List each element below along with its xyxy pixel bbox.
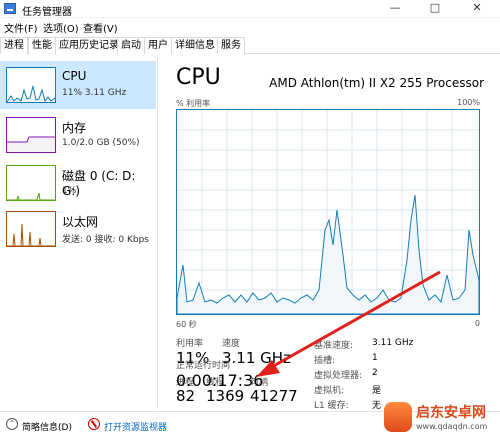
tab-bar: 进程 性能 应用历史记录 启动 用户 详细信息 服务 [0,37,500,55]
menu-view[interactable]: 查看(V) [83,20,118,35]
ethernet-graph-icon [6,211,56,247]
watermark-url: www.qdaqdn.com [416,422,488,431]
time-axis-end: 0 [474,319,480,328]
base-speed-label: 基准速度: [314,341,354,351]
tab-app-history[interactable]: 应用历史记录 [55,37,123,54]
sockets-label: 插槽: [314,356,336,366]
sidebar-item-sublabel: 11% 3.11 GHz [62,88,127,98]
brief-info-link[interactable]: 简略信息(D) [22,420,72,433]
watermark-logo-icon [384,402,412,432]
watermark-name: 启东安卓网 [416,405,486,421]
virtual-machine-value: 是 [372,386,382,396]
disk-graph-icon [6,165,56,201]
title-bar: 任务管理器 — □ ✕ [0,0,500,18]
sidebar-item-sublabel: 1% [62,186,77,196]
utilization-label: 利用率 [176,339,204,349]
speed-label: 速度 [222,339,241,349]
cpu-usage-graph [176,109,480,315]
menu-bar: 文件(F) 选项(O) 查看(V) [0,18,500,35]
uptime-label: 正常运行时间 [176,361,231,371]
tab-performance[interactable]: 性能 [28,37,56,55]
l1-cache-label: L1 缓存: [314,401,349,411]
speed-value: 3.11 GHz [222,349,291,367]
virtual-processors-label: 虚拟处理器: [314,371,363,381]
minimize-button[interactable]: — [380,0,410,16]
maximize-button[interactable]: □ [420,0,450,16]
cpu-usage-chart [176,110,480,315]
cpu-graph-icon [6,67,56,103]
sidebar-item-disk[interactable]: 磁盘 0 (C: D: G:) 1% [0,159,156,207]
sidebar-item-label: 内存 [62,121,87,135]
sidebar-item-label: 以太网 [62,215,99,229]
sidebar-item-memory[interactable]: 内存 1.0/2.0 GB (50%) [0,111,156,159]
time-axis-label: 60 秒 [176,320,197,329]
sidebar-item-cpu[interactable]: CPU 11% 3.11 GHz [0,61,156,109]
resource-monitor-icon [88,418,100,430]
window-title: 任务管理器 [22,7,72,18]
collapse-icon[interactable]: ⌃ [6,418,18,430]
tab-users[interactable]: 用户 [144,37,172,54]
sockets-value: 1 [372,353,378,363]
sidebar-item-ethernet[interactable]: 以太网 发送: 0 接收: 0 Kbps [0,205,156,253]
tab-services[interactable]: 服务 [217,37,245,54]
uptime-value: 0:00:17:36 [176,371,264,390]
task-manager-icon [4,3,16,14]
tab-processes[interactable]: 进程 [0,37,28,54]
utilization-axis-max: 100% [457,98,480,107]
open-resource-monitor-link[interactable]: 打开资源监视器 [104,420,167,433]
page-title: CPU [176,65,221,90]
utilization-axis-label: % 利用率 [176,99,211,108]
close-button[interactable]: ✕ [462,0,492,16]
sidebar-item-label: CPU [62,69,87,83]
memory-graph-icon [6,117,56,153]
l1-cache-value: 无 [372,401,382,411]
menu-options[interactable]: 选项(O) [43,20,79,35]
tab-startup[interactable]: 启动 [117,37,145,54]
sidebar-item-sublabel: 1.0/2.0 GB (50%) [62,138,140,148]
tab-details[interactable]: 详细信息 [171,37,219,54]
virtual-machine-label: 虚拟机: [314,386,345,396]
resource-sidebar: CPU 11% 3.11 GHz 内存 1.0/2.0 GB (50%) 磁盘 … [0,57,158,409]
virtual-processors-value: 2 [372,368,378,378]
base-speed-value: 3.11 GHz [372,338,414,348]
cpu-performance-panel: CPU AMD Athlon(tm) II X2 255 Processor %… [164,57,494,411]
watermark: 启东安卓网 www.qdaqdn.com [384,400,500,439]
processor-name: AMD Athlon(tm) II X2 255 Processor [269,76,484,90]
menu-file[interactable]: 文件(F) [4,20,38,35]
sidebar-item-sublabel: 发送: 0 接收: 0 Kbps [62,235,149,245]
